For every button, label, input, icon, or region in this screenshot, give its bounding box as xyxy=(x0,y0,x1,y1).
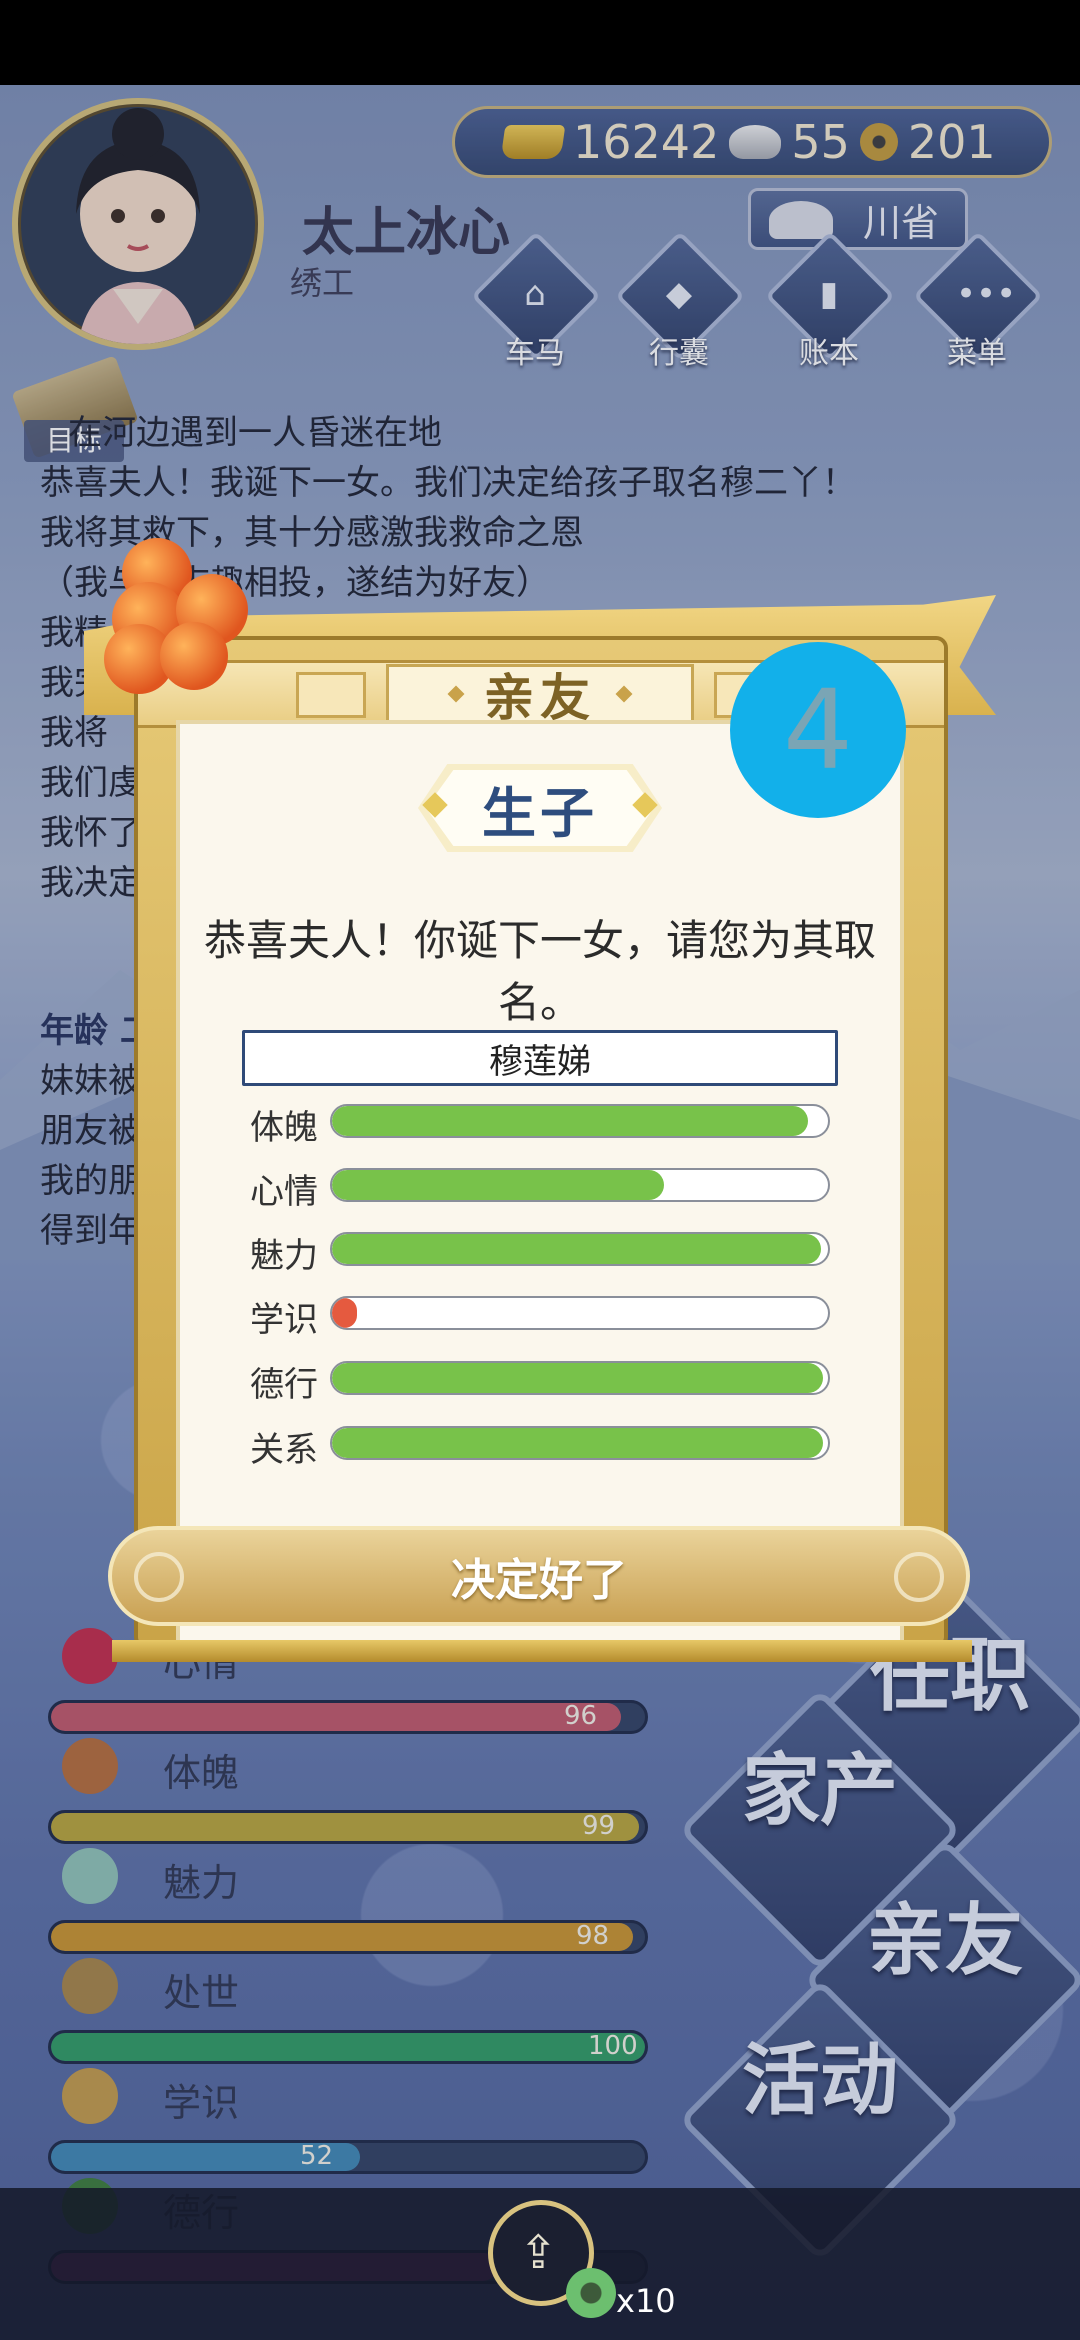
attr-fill xyxy=(332,1234,821,1264)
section-title: 生子 xyxy=(482,780,598,845)
attr-row: 德行 xyxy=(250,1361,830,1405)
tutorial-step-number: 4 xyxy=(783,666,853,794)
attr-row: 魅力 xyxy=(250,1232,830,1276)
confirm-button[interactable]: 决定好了 xyxy=(108,1526,970,1626)
confirm-label: 决定好了 xyxy=(451,1555,627,1606)
attr-row: 体魄 xyxy=(250,1104,830,1148)
ornament-dot xyxy=(615,685,633,703)
attr-fill xyxy=(332,1363,824,1393)
attr-track xyxy=(330,1296,830,1330)
attr-label: 心情 xyxy=(250,1172,318,1212)
child-name-input[interactable] xyxy=(242,1030,838,1086)
attr-fill xyxy=(332,1298,357,1328)
attr-fill xyxy=(332,1170,665,1200)
dialog-message: 恭喜夫人！你诞下一女，请您为其取名。 xyxy=(203,916,876,1027)
section-title-box: 生子 xyxy=(426,770,654,846)
reward-count: x10 xyxy=(616,2282,676,2320)
attr-label: 魅力 xyxy=(250,1236,318,1276)
attr-fill xyxy=(332,1428,824,1458)
header-ornament xyxy=(296,672,366,718)
cloud-ornament-icon xyxy=(894,1552,944,1602)
attr-row: 心情 xyxy=(250,1168,830,1212)
tutorial-step-badge: 4 xyxy=(730,642,906,818)
attr-label: 德行 xyxy=(250,1365,318,1405)
attr-track xyxy=(330,1232,830,1266)
attr-label: 关系 xyxy=(250,1430,318,1470)
attr-row: 关系 xyxy=(250,1426,830,1470)
attr-label: 学识 xyxy=(250,1300,318,1340)
status-bar xyxy=(0,0,1080,85)
attr-fill xyxy=(332,1106,809,1136)
cloud-ornament-icon xyxy=(134,1552,184,1602)
attr-track xyxy=(330,1104,830,1138)
attr-track xyxy=(330,1426,830,1460)
jade-coin-icon xyxy=(566,2268,616,2318)
dialog-base xyxy=(112,1640,972,1662)
ornament-dot xyxy=(447,685,465,703)
attr-label: 体魄 xyxy=(250,1108,318,1148)
share-icon: ⇪ xyxy=(519,2225,558,2279)
dialog-header: 亲友 xyxy=(386,664,694,727)
attr-row: 学识 xyxy=(250,1296,830,1340)
attr-track xyxy=(330,1361,830,1395)
attr-track xyxy=(330,1168,830,1202)
game-screen: 16242 55 201 太上冰心 绣工 川省 ⌂ 车马 ◆ 行囊 ▮ 账本 •… xyxy=(0,0,1080,2340)
